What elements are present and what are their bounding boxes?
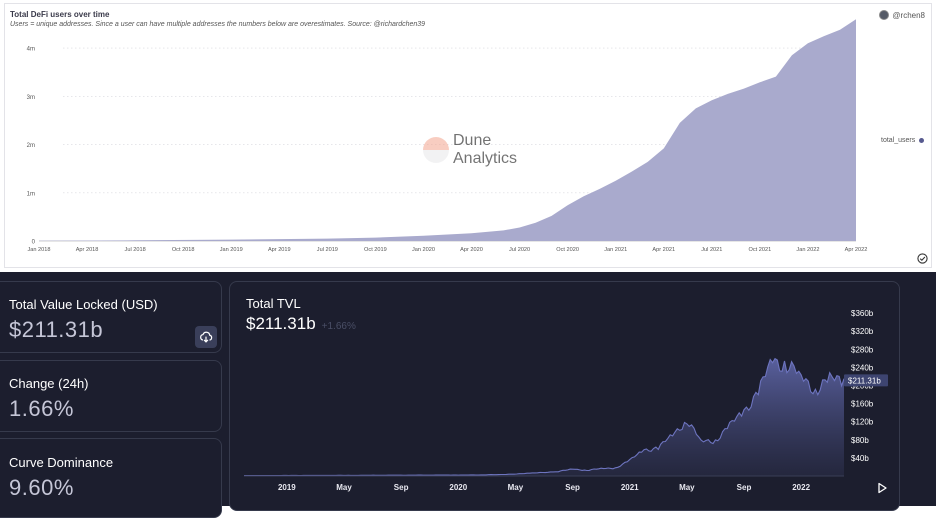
tvl-x-tick-label: 2020	[449, 483, 467, 492]
tvl-y-tick-label: $120b	[851, 418, 874, 427]
tvl-chart-title: Total TVL	[246, 296, 301, 311]
x-tick-label: Apr 2019	[268, 247, 291, 253]
tvl-y-tick-label: $360b	[851, 309, 874, 318]
tvl-x-tick-label: Sep	[565, 483, 580, 492]
author-badge[interactable]: @rchen8	[879, 9, 925, 21]
tvl-y-tick-label: $160b	[851, 400, 874, 409]
tvl-chart-value: $211.31b +1.66%	[246, 314, 356, 334]
x-tick-label: Jan 2019	[220, 247, 243, 253]
avatar	[879, 10, 890, 20]
x-tick-label: Apr 2021	[652, 247, 675, 253]
x-tick-label: Jul 2020	[509, 247, 530, 253]
x-tick-label: Apr 2020	[460, 247, 483, 253]
tvl-card: Total Value Locked (USD) $211.31b	[0, 281, 222, 353]
x-tick-label: Jul 2019	[317, 247, 338, 253]
curve-card: Curve Dominance 9.60%	[0, 438, 222, 518]
tvl-x-tick-label: 2022	[792, 483, 810, 492]
y-tick-label: 0	[32, 240, 36, 246]
tvl-x-tick-label: May	[679, 483, 695, 492]
tvl-value: $211.31b	[9, 317, 104, 342]
chart-legend[interactable]: total_users	[881, 137, 925, 144]
tvl-x-tick-label: 2021	[621, 483, 639, 492]
tvl-x-tick-label: Sep	[737, 483, 752, 492]
change-value: 1.66%	[9, 396, 74, 421]
dune-logo-icon	[423, 137, 449, 163]
chart-title: Total DeFi users over time	[10, 10, 110, 19]
x-tick-label: Jan 2020	[412, 247, 435, 253]
watermark-line2: Analytics	[453, 150, 518, 167]
watermark-line1: Dune	[453, 132, 492, 149]
watermark-text: Dune Analytics	[453, 132, 517, 168]
tvl-chart-amount: $211.31b	[246, 314, 316, 333]
y-tick-label: 3m	[27, 95, 35, 101]
author-name: @rchen8	[892, 10, 925, 20]
x-tick-label: Apr 2022	[845, 247, 868, 253]
x-tick-label: Jul 2021	[701, 247, 722, 253]
legend-dot-icon	[919, 138, 925, 143]
tvl-chart-change: +1.66%	[321, 321, 356, 332]
x-tick-label: Oct 2019	[364, 247, 387, 253]
check-circle-icon[interactable]	[917, 253, 928, 264]
y-tick-label: 2m	[27, 143, 35, 149]
tvl-y-tick-label: $40b	[851, 454, 869, 463]
tvl-y-tick-label: $240b	[851, 363, 874, 372]
tvl-y-tick-label: $280b	[851, 345, 874, 354]
x-tick-label: Oct 2020	[556, 247, 579, 253]
tvl-x-tick-label: Sep	[394, 483, 409, 492]
change-card: Change (24h) 1.66%	[0, 360, 222, 432]
x-tick-label: Jan 2021	[604, 247, 627, 253]
dune-watermark: Dune Analytics	[423, 132, 517, 168]
download-button[interactable]	[195, 326, 217, 348]
tvl-chart-panel: $360b$320b$280b$240b$200b$160b$120b$80b$…	[229, 281, 900, 511]
x-tick-label: Jan 2022	[796, 247, 819, 253]
y-tick-label: 1m	[27, 191, 35, 197]
tvl-label: Total Value Locked (USD)	[9, 297, 158, 312]
tvl-area	[244, 358, 844, 476]
download-icon	[200, 331, 213, 343]
legend-label: total_users	[881, 137, 916, 144]
tvl-x-tick-label: 2019	[278, 483, 296, 492]
x-tick-label: Oct 2021	[749, 247, 772, 253]
defi-dashboard: Total Value Locked (USD) $211.31b Change…	[0, 272, 936, 518]
x-tick-label: Jul 2018	[125, 247, 146, 253]
x-tick-label: Apr 2018	[76, 247, 99, 253]
x-tick-label: Jan 2018	[27, 247, 50, 253]
x-tick-label: Oct 2018	[172, 247, 195, 253]
curve-label: Curve Dominance	[9, 455, 114, 470]
total-users-area	[39, 19, 856, 242]
dune-chart-panel: 0 1m 2m 3m 4m Jan 2018 Apr 2018 Jul 2018 Oct 201…	[4, 3, 932, 268]
current-value-label: $211.31b	[848, 376, 881, 385]
tvl-y-tick-label: $80b	[851, 436, 869, 445]
tvl-x-tick-label: May	[336, 483, 352, 492]
y-tick-label: 4m	[27, 47, 35, 53]
tvl-y-tick-label: $320b	[851, 327, 874, 336]
change-label: Change (24h)	[9, 376, 89, 391]
play-icon[interactable]	[876, 482, 888, 494]
curve-value: 9.60%	[9, 475, 74, 500]
chart-subtitle: Users = unique addresses. Since a user c…	[10, 21, 426, 28]
tvl-x-tick-label: May	[508, 483, 524, 492]
